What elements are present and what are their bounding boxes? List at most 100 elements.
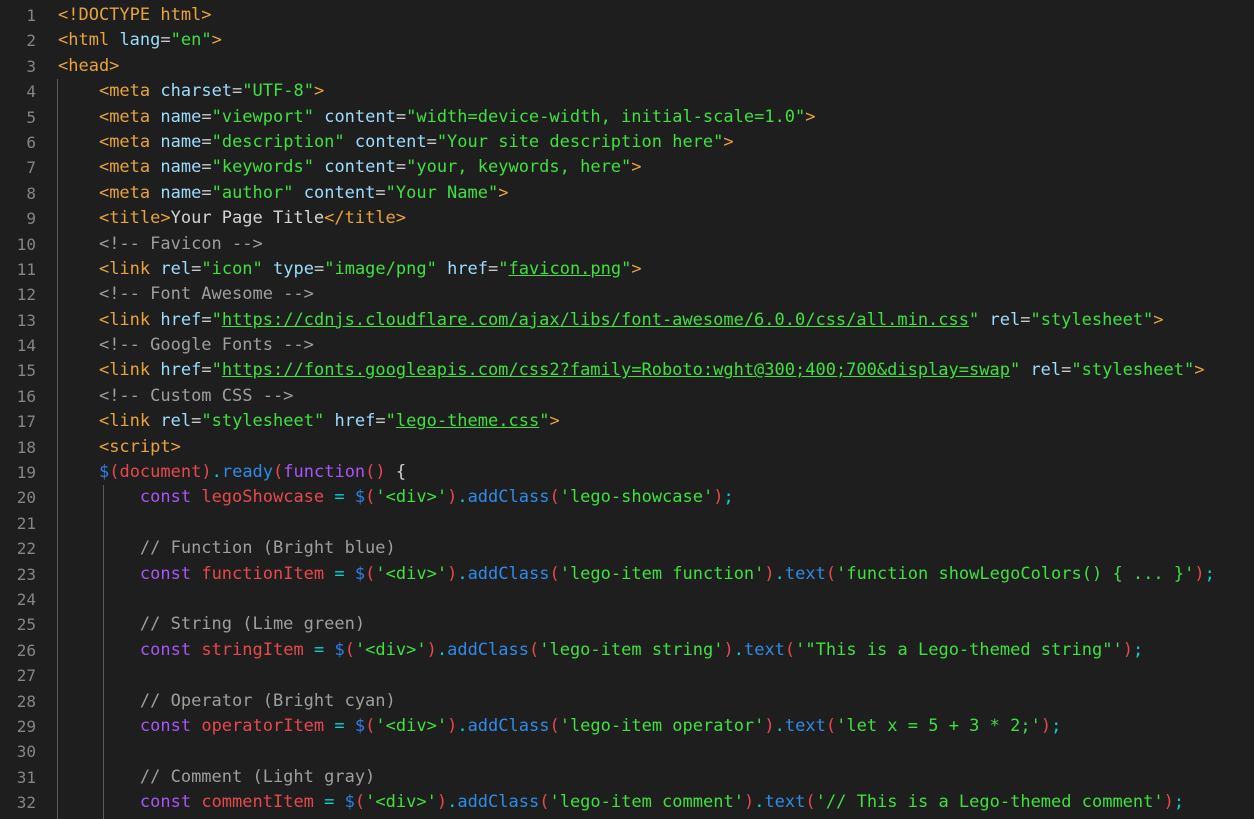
token-href-attr: href xyxy=(447,259,488,279)
code-line[interactable]: 27 xyxy=(0,663,1254,688)
line-content: <link rel="stylesheet" href="lego-theme.… xyxy=(58,409,560,434)
code-line[interactable]: 17 <link rel="stylesheet" href="lego-the… xyxy=(0,409,1254,434)
line-number: 10 xyxy=(0,232,36,257)
token-name-attr: name xyxy=(160,132,201,152)
line-content: // Operator (Bright cyan) xyxy=(58,689,396,714)
line-content: <!-- Favicon --> xyxy=(58,232,263,257)
token-rel-attr: rel xyxy=(1030,360,1061,380)
code-line[interactable]: 14 <!-- Google Fonts --> xyxy=(0,333,1254,358)
token-href-googlefonts[interactable]: https://fonts.googleapis.com/css2?family… xyxy=(222,360,1010,380)
token-html-open: <html xyxy=(58,30,109,50)
code-area[interactable]: 1<!DOCTYPE html> 2 <html lang="en"> 3<hea… xyxy=(0,0,1254,816)
code-line[interactable]: 20 const legoShowcase = $('<div>').addCl… xyxy=(0,485,1254,510)
token-type-attr: type xyxy=(273,259,314,279)
token-link-tag: <link xyxy=(99,411,150,431)
line-content: <link href="https://fonts.googleapis.com… xyxy=(58,358,1204,383)
code-line[interactable]: 4 <meta charset="UTF-8"> xyxy=(0,79,1254,104)
line-number: 19 xyxy=(0,460,36,485)
token-rel-stylesheet: "stylesheet" xyxy=(1030,310,1153,330)
line-content: <link href="https://cdnjs.cloudflare.com… xyxy=(58,308,1164,333)
token-href-legotheme[interactable]: lego-theme.css xyxy=(396,411,539,431)
code-line[interactable]: 13 <link href="https://cdnjs.cloudflare.… xyxy=(0,308,1254,333)
token-comment-fontawesome: <!-- Font Awesome --> xyxy=(99,284,314,304)
code-line[interactable]: 1<!DOCTYPE html> xyxy=(0,3,1254,28)
line-content: <!DOCTYPE html> xyxy=(58,3,212,28)
code-line[interactable]: 26 const stringItem = $('<div>').addClas… xyxy=(0,638,1254,663)
code-line[interactable]: 7 <meta name="keywords" content="your, k… xyxy=(0,155,1254,180)
token-text-comment: '// This is a Lego-themed comment' xyxy=(816,792,1164,812)
token-function-kw: function xyxy=(283,462,365,482)
line-number: 32 xyxy=(0,790,36,815)
line-content: const operatorItem = $('<div>').addClass… xyxy=(58,714,1061,739)
code-line[interactable]: 28 // Operator (Bright cyan) xyxy=(0,689,1254,714)
code-line[interactable]: 30 xyxy=(0,739,1254,764)
line-content: <meta name="description" content="Your s… xyxy=(58,130,734,155)
token-dollar: $ xyxy=(355,487,365,507)
token-dollar: $ xyxy=(99,462,109,482)
token-content-attr: content xyxy=(324,107,396,127)
code-line[interactable]: 15 <link href="https://fonts.googleapis.… xyxy=(0,358,1254,383)
line-content: <html lang="en"> xyxy=(58,28,222,53)
token-text-operator: 'let x = 5 + 3 * 2;' xyxy=(836,716,1041,736)
token-meta-tag: <meta xyxy=(99,107,150,127)
token-author-value: "author" xyxy=(212,183,294,203)
line-content: // Function (Bright blue) xyxy=(58,536,396,561)
line-number: 8 xyxy=(0,181,36,206)
token-comment-favicon: <!-- Favicon --> xyxy=(99,234,263,254)
line-number: 2 xyxy=(0,28,36,53)
line-content: // String (Lime green) xyxy=(58,612,365,637)
code-line[interactable]: 5 <meta name="viewport" content="width=d… xyxy=(0,105,1254,130)
token-var-legoshowcase: legoShowcase xyxy=(201,487,324,507)
token-keywords-value: "keywords" xyxy=(212,157,314,177)
token-name-attr: name xyxy=(160,107,201,127)
token-href-favicon[interactable]: favicon.png xyxy=(509,259,622,279)
code-line[interactable]: 9 <title>Your Page Title</title> xyxy=(0,206,1254,231)
token-rel-icon: "icon" xyxy=(201,259,262,279)
code-line[interactable]: 11 <link rel="icon" type="image/png" hre… xyxy=(0,257,1254,282)
line-content: <!-- Custom CSS --> xyxy=(58,384,293,409)
line-content: <meta charset="UTF-8"> xyxy=(58,79,324,104)
token-comment-customcss: <!-- Custom CSS --> xyxy=(99,386,293,406)
code-line[interactable]: 31 // Comment (Light gray) xyxy=(0,765,1254,790)
code-line[interactable]: 24 xyxy=(0,587,1254,612)
line-content: <!-- Font Awesome --> xyxy=(58,282,314,307)
token-js-comment-operator: // Operator (Bright cyan) xyxy=(140,691,396,711)
code-line[interactable]: 19 $(document).ready(function() { xyxy=(0,460,1254,485)
line-number: 27 xyxy=(0,663,36,688)
line-number: 22 xyxy=(0,536,36,561)
code-line[interactable]: 29 const operatorItem = $('<div>').addCl… xyxy=(0,714,1254,739)
token-meta-tag: <meta xyxy=(99,157,150,177)
code-line[interactable]: 8 <meta name="author" content="Your Name… xyxy=(0,181,1254,206)
token-addclass: addClass xyxy=(447,640,529,660)
token-var-functionitem: functionItem xyxy=(201,564,324,584)
code-line[interactable]: 23 const functionItem = $('<div>').addCl… xyxy=(0,562,1254,587)
token-charset-value: "UTF-8" xyxy=(242,81,314,101)
line-content: <script> xyxy=(58,435,181,460)
code-line[interactable]: 18 <script> xyxy=(0,435,1254,460)
token-class-string: 'lego-item string' xyxy=(539,640,723,660)
code-line[interactable]: 16 <!-- Custom CSS --> xyxy=(0,384,1254,409)
token-title-open: <title> xyxy=(99,208,171,228)
line-number: 12 xyxy=(0,282,36,307)
line-content: $(document).ready(function() { xyxy=(58,460,406,485)
code-line[interactable]: 21 xyxy=(0,511,1254,536)
token-href-fontawesome[interactable]: https://cdnjs.cloudflare.com/ajax/libs/f… xyxy=(222,310,969,330)
code-line[interactable]: 25 // String (Lime green) xyxy=(0,612,1254,637)
code-line[interactable]: 6 <meta name="description" content="Your… xyxy=(0,130,1254,155)
line-number: 15 xyxy=(0,358,36,383)
token-rel-stylesheet: "stylesheet" xyxy=(1071,360,1194,380)
code-line[interactable]: 12 <!-- Font Awesome --> xyxy=(0,282,1254,307)
code-line[interactable]: 10 <!-- Favicon --> xyxy=(0,232,1254,257)
code-editor[interactable]: 1<!DOCTYPE html> 2 <html lang="en"> 3<hea… xyxy=(0,0,1254,819)
token-keywords-content: "your, keywords, here" xyxy=(406,157,631,177)
code-line[interactable]: 32 const commentItem = $('<div>').addCla… xyxy=(0,790,1254,815)
code-line[interactable]: 2 <html lang="en"> xyxy=(0,28,1254,53)
token-const-kw: const xyxy=(140,792,191,812)
token-var-stringitem: stringItem xyxy=(201,640,303,660)
code-line[interactable]: 22 // Function (Bright blue) xyxy=(0,536,1254,561)
line-number: 31 xyxy=(0,765,36,790)
line-number: 9 xyxy=(0,206,36,231)
token-text-method: text xyxy=(785,564,826,584)
line-number: 13 xyxy=(0,308,36,333)
code-line[interactable]: 3<head> xyxy=(0,54,1254,79)
